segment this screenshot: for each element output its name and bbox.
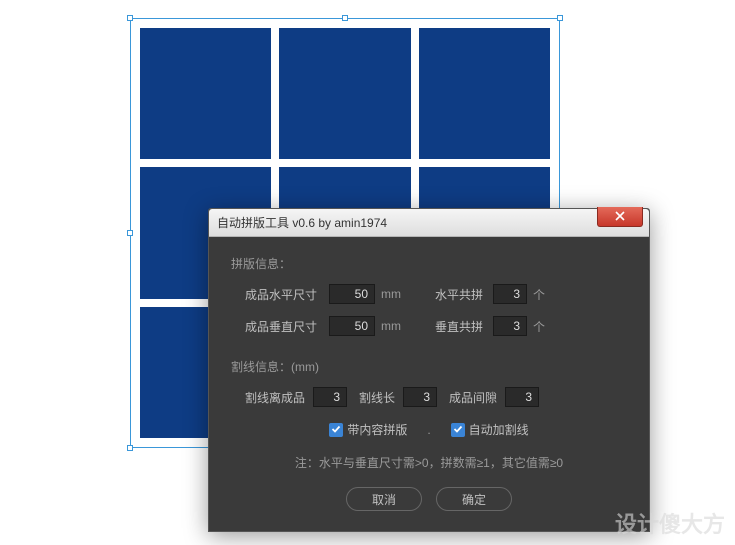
watermark: 设计傻大方 [615,507,725,539]
resize-handle-tr[interactable] [557,15,563,21]
section-cut-info: 割线信息：(mm) [231,358,627,375]
cancel-label: 取消 [372,491,396,508]
hsize-label: 成品水平尺寸 [245,286,317,303]
gap-input[interactable] [505,387,539,407]
dialog-body: 拼版信息： 成品水平尺寸 mm 水平共拼 个 成品垂直尺寸 mm 垂直共拼 个 … [209,237,649,531]
chk2-label: 自动加割线 [469,421,529,438]
row-vertical-size: 成品垂直尺寸 mm 垂直共拼 个 [231,316,627,336]
cut-len-label: 割线长 [359,389,395,406]
resize-handle-ml[interactable] [127,230,133,236]
vsize-input[interactable] [329,316,375,336]
chk-with-content[interactable] [329,423,343,437]
ok-label: 确定 [462,491,486,508]
separator-dot: . [427,423,430,437]
checkbox-row: 带内容拼版 . 自动加割线 [231,421,627,438]
cut-offset-label: 割线离成品 [245,389,305,406]
resize-handle-bl[interactable] [127,445,133,451]
gap-label: 成品间隙 [449,389,497,406]
row-cut-settings: 割线离成品 割线长 成品间隙 [231,387,627,407]
resize-handle-tl[interactable] [127,15,133,21]
cancel-button[interactable]: 取消 [346,487,422,511]
vsize-label: 成品垂直尺寸 [245,318,317,335]
cut-len-input[interactable] [403,387,437,407]
ok-button[interactable]: 确定 [436,487,512,511]
vcount-unit: 个 [533,318,545,335]
hsize-input[interactable] [329,284,375,304]
auto-layout-dialog: 自动拼版工具 v0.6 by amin1974 拼版信息： 成品水平尺寸 mm … [208,208,650,532]
vcount-input[interactable] [493,316,527,336]
dialog-titlebar[interactable]: 自动拼版工具 v0.6 by amin1974 [209,209,649,237]
chk-auto-cut[interactable] [451,423,465,437]
vcount-label: 垂直共拼 [435,318,483,335]
hcount-input[interactable] [493,284,527,304]
resize-handle-tm[interactable] [342,15,348,21]
section-layout-info: 拼版信息： [231,255,627,272]
note-text: 注：水平与垂直尺寸需>0，拼数需≥1，其它值需≥0 [231,454,627,471]
check-icon [453,423,463,437]
hsize-unit: mm [381,287,401,301]
close-button[interactable] [597,207,643,227]
row-horizontal-size: 成品水平尺寸 mm 水平共拼 个 [231,284,627,304]
cut-offset-input[interactable] [313,387,347,407]
chk1-label: 带内容拼版 [347,421,407,438]
hcount-label: 水平共拼 [435,286,483,303]
button-row: 取消 确定 [231,487,627,511]
dialog-title: 自动拼版工具 v0.6 by amin1974 [217,214,387,231]
check-icon [331,423,341,437]
close-icon [615,210,625,224]
vsize-unit: mm [381,319,401,333]
hcount-unit: 个 [533,286,545,303]
